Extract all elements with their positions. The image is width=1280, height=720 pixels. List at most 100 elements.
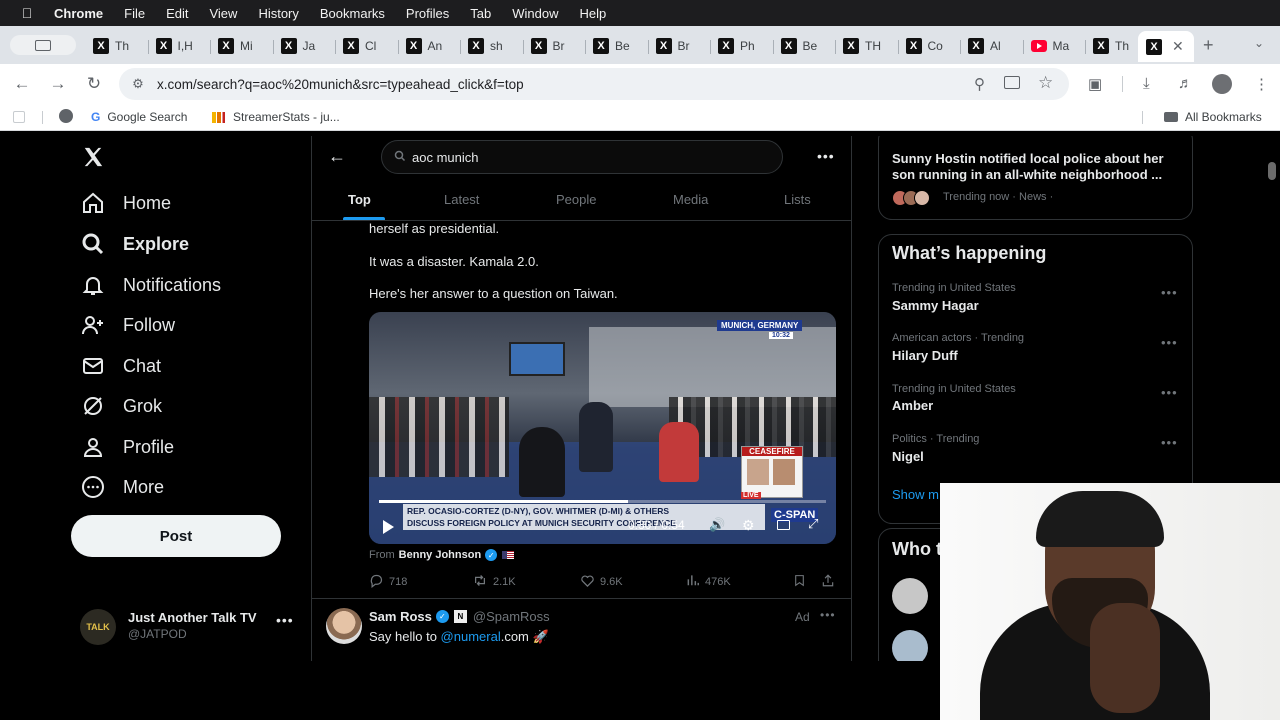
nav-follow[interactable]: Follow: [80, 309, 175, 341]
browser-tab[interactable]: X Br: [530, 33, 565, 59]
browser-tab[interactable]: X Co: [905, 33, 943, 59]
apps-icon[interactable]: [13, 111, 25, 123]
tab-active-x[interactable]: X ✕: [1138, 31, 1194, 62]
install-app-icon[interactable]: [1004, 76, 1020, 89]
globe-icon[interactable]: [59, 109, 73, 123]
trend-more-icon[interactable]: •••: [1161, 285, 1178, 300]
nav-more[interactable]: More: [80, 471, 164, 503]
volume-icon[interactable]: 🔊: [709, 517, 725, 533]
browser-tab[interactable]: X Ph: [718, 33, 755, 59]
downloads-icon[interactable]: ⤓: [1143, 75, 1150, 92]
account-more-icon[interactable]: •••: [276, 612, 294, 628]
zoom-icon[interactable]: ⚲: [974, 75, 985, 93]
trend-item-nigel[interactable]: Nigel: [892, 449, 924, 464]
search-input[interactable]: aoc munich: [381, 140, 783, 174]
show-more-link[interactable]: Show m: [892, 487, 939, 502]
menu-view[interactable]: View: [209, 6, 237, 21]
video-player[interactable]: MUNICH, GERMANY 10:32 CEASEFIRE LIVE C-S…: [369, 312, 836, 544]
browser-tab[interactable]: Ma: [1030, 33, 1069, 59]
url-text[interactable]: x.com/search?q=aoc%20munich&src=typeahea…: [157, 77, 524, 92]
bookmark-streamerstats[interactable]: StreamerStats - ju...: [212, 110, 340, 124]
follow-suggestion-avatar[interactable]: [892, 630, 928, 661]
tab-top[interactable]: Top: [348, 192, 371, 207]
reply-button[interactable]: 718: [369, 573, 407, 591]
source-name[interactable]: Benny Johnson: [399, 549, 482, 561]
tab-list-icon[interactable]: ⌄: [1254, 36, 1264, 50]
apple-icon[interactable]: : [0, 5, 54, 21]
tab-media[interactable]: Media: [673, 192, 708, 207]
bookmark-google-search[interactable]: G Google Search: [91, 110, 187, 124]
bookmark-button[interactable]: [793, 573, 806, 591]
fullscreen-icon[interactable]: ⤢: [808, 516, 818, 532]
share-button[interactable]: [821, 573, 835, 591]
profile-avatar[interactable]: [1212, 74, 1232, 94]
menu-help[interactable]: Help: [580, 6, 607, 21]
chrome-menu-icon[interactable]: ⋮: [1254, 75, 1269, 93]
browser-tab[interactable]: X I,H: [155, 33, 193, 59]
browser-tab[interactable]: Xsh: [468, 33, 503, 59]
browser-tab[interactable]: X An: [405, 33, 442, 59]
browser-tab[interactable]: X Be: [593, 33, 630, 59]
ad-author-name[interactable]: Sam Ross: [369, 609, 432, 624]
address-bar[interactable]: ⚙ x.com/search?q=aoc%20munich&src=typeah…: [119, 68, 1069, 100]
all-bookmarks-button[interactable]: All Bookmarks: [1164, 110, 1262, 124]
bookmark-star-icon[interactable]: ☆: [1038, 73, 1053, 93]
browser-tab[interactable]: X Mi: [218, 33, 253, 59]
settings-gear-icon[interactable]: ⚙: [742, 517, 755, 534]
tab-search-button[interactable]: [10, 35, 76, 55]
ad-avatar[interactable]: [326, 608, 362, 644]
ad-mention-link[interactable]: @numeral: [441, 629, 501, 644]
tab-search-icon[interactable]: ▣: [1088, 75, 1102, 93]
browser-tab[interactable]: X TH: [843, 33, 881, 59]
news-headline[interactable]: Sunny Hostin notified local police about…: [892, 151, 1182, 183]
trend-more-icon[interactable]: •••: [1161, 435, 1178, 450]
menu-tab[interactable]: Tab: [470, 6, 491, 21]
back-icon[interactable]: ←: [9, 72, 35, 96]
menu-history[interactable]: History: [258, 6, 298, 21]
pip-icon[interactable]: [777, 520, 790, 530]
repost-button[interactable]: 2.1K: [472, 573, 516, 591]
reload-icon[interactable]: ↻: [81, 72, 107, 96]
close-tab-icon[interactable]: ✕: [1172, 38, 1184, 55]
post-button[interactable]: Post: [71, 515, 281, 557]
x-logo-icon[interactable]: [82, 146, 106, 170]
nav-explore[interactable]: Explore: [80, 228, 189, 260]
browser-tab[interactable]: X Al: [968, 33, 1001, 59]
menu-window[interactable]: Window: [512, 6, 558, 21]
search-options-icon[interactable]: •••: [817, 148, 835, 164]
back-arrow-icon[interactable]: ←: [328, 146, 346, 167]
media-controls-icon[interactable]: ♬: [1178, 75, 1193, 92]
progress-track[interactable]: [379, 500, 826, 503]
trend-item-sammy-hagar[interactable]: Sammy Hagar: [892, 298, 979, 313]
browser-tab[interactable]: X Th: [1093, 33, 1129, 59]
play-icon[interactable]: [383, 520, 394, 534]
browser-tab[interactable]: X Be: [780, 33, 817, 59]
ad-more-icon[interactable]: •••: [820, 608, 836, 622]
menu-edit[interactable]: Edit: [166, 6, 188, 21]
page-scrollbar[interactable]: [1268, 162, 1276, 180]
browser-tab[interactable]: X Ja: [280, 33, 315, 59]
site-info-icon[interactable]: ⚙: [119, 76, 157, 92]
new-tab-button[interactable]: +: [1203, 35, 1214, 56]
menu-bookmarks[interactable]: Bookmarks: [320, 6, 385, 21]
tab-lists[interactable]: Lists: [784, 192, 811, 207]
nav-notifications[interactable]: Notifications: [80, 269, 221, 301]
nav-profile[interactable]: Profile: [80, 431, 174, 463]
trend-item-amber[interactable]: Amber: [892, 398, 933, 413]
nav-chat[interactable]: Chat: [80, 350, 161, 382]
nav-grok[interactable]: Grok: [80, 390, 162, 422]
nav-home[interactable]: Home: [80, 187, 171, 219]
browser-tab[interactable]: X Br: [655, 33, 690, 59]
views-button[interactable]: 476K: [686, 573, 731, 590]
browser-tab[interactable]: X Cl: [343, 33, 376, 59]
like-button[interactable]: 9.6K: [580, 573, 623, 591]
menu-profiles[interactable]: Profiles: [406, 6, 449, 21]
trend-more-icon[interactable]: •••: [1161, 385, 1178, 400]
trend-item-hilary-duff[interactable]: Hilary Duff: [892, 348, 958, 363]
follow-suggestion-avatar[interactable]: [892, 578, 928, 614]
menu-file[interactable]: File: [124, 6, 145, 21]
tab-latest[interactable]: Latest: [444, 192, 479, 207]
trend-more-icon[interactable]: •••: [1161, 335, 1178, 350]
menu-app-chrome[interactable]: Chrome: [54, 6, 103, 21]
forward-icon[interactable]: →: [45, 72, 71, 96]
